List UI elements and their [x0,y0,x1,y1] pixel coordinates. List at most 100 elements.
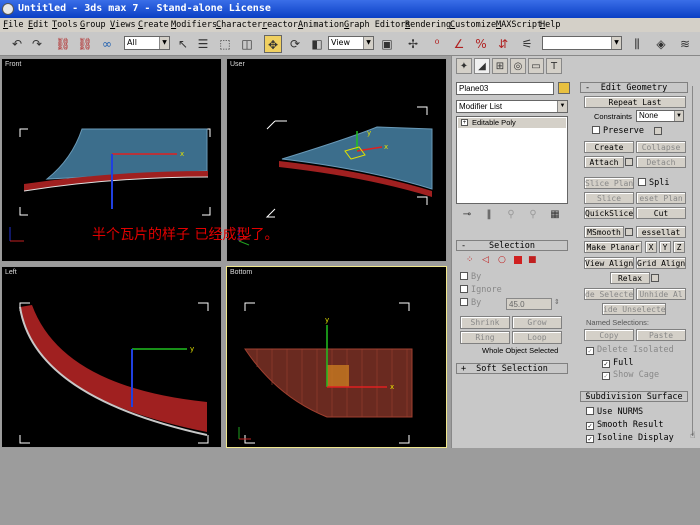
menu-maxscript[interactable]: MAXScript [496,18,542,32]
reset-plane-button[interactable]: eset Plan [636,192,686,204]
show-cage-checkbox[interactable]: ✓ Show Cage [602,370,659,381]
utilities-tab-icon[interactable]: T [546,58,562,74]
tessellate-button[interactable]: essellat [636,226,686,238]
detach-button[interactable]: Detach [636,156,686,168]
relax-settings-icon[interactable] [651,274,659,282]
viewport-bottom[interactable]: Bottom y x [226,266,447,448]
planar-z-button[interactable]: Z [673,241,685,253]
element-icon[interactable]: ■ [528,255,537,265]
menu-edit[interactable]: Edit [28,18,48,32]
select-scale-icon[interactable]: ◧ [308,35,326,53]
grow-button[interactable]: Grow [512,316,562,329]
vertex-icon[interactable]: ⁘ [466,255,474,265]
pin-stack-icon[interactable]: ⊸ [458,206,476,224]
link-icon[interactable]: ⛓ [54,35,72,53]
menu-file[interactable]: File [3,18,23,32]
soft-selection-rollout-header[interactable]: + Soft Selection [456,363,568,374]
create-tab-icon[interactable]: ✦ [456,58,472,74]
object-name-field[interactable]: Plane03 [456,82,554,95]
slice-button[interactable]: Slice [584,192,634,204]
modify-tab-icon[interactable]: ◢ [474,58,490,74]
show-end-result-icon[interactable]: ‖ [480,206,498,224]
menu-create[interactable]: Create [138,18,169,32]
view-align-button[interactable]: View Align [584,257,634,269]
menu-tools[interactable]: Tools [52,18,78,32]
select-rotate-icon[interactable]: ⟳ [286,35,304,53]
repeat-last-button[interactable]: Repeat Last [584,96,686,108]
menu-reactor[interactable]: reactor [262,18,298,32]
select-by-name-icon[interactable]: ☰ [194,35,212,53]
make-unique-icon[interactable]: ⚲ [502,206,520,224]
panel-scrollbar[interactable] [692,86,696,436]
configure-modifier-sets-icon[interactable]: ▦ [546,206,564,224]
reference-coordinate-dropdown[interactable]: View ▼ [328,36,374,50]
named-selection-sets-dropdown[interactable]: ▼ [542,36,622,50]
ring-button[interactable]: Ring [460,331,510,344]
msmooth-button[interactable]: MSmooth [584,226,624,238]
paste-button[interactable]: Paste [636,329,686,341]
pan-hand-icon[interactable]: ☝ [690,431,695,441]
menu-rendering[interactable]: Rendering [405,18,451,32]
preserve-settings-icon[interactable] [654,127,662,135]
select-manipulate-icon[interactable]: ✢ [404,35,422,53]
loop-button[interactable]: Loop [512,331,562,344]
create-button[interactable]: Create [584,141,634,153]
use-nurms-checkbox[interactable]: Use NURMS [586,407,643,418]
ignore-backfacing-checkbox[interactable]: Ignore [460,285,502,296]
shrink-button[interactable]: Shrink [460,316,510,329]
align-icon[interactable]: ◈ [652,35,670,53]
hide-unselected-button[interactable]: ide Unselecte [602,303,666,315]
angle-snap-icon[interactable]: ∠ [450,35,468,53]
menu-graph-editors[interactable]: Graph Editors [344,18,411,32]
object-color-swatch[interactable] [558,82,570,94]
smooth-result-checkbox[interactable]: ✓ Smooth Result [586,420,664,431]
named-selection-icon[interactable]: ⚟ [518,35,536,53]
undo-icon[interactable]: ↶ [8,35,26,53]
menu-animation[interactable]: Animation [298,18,344,32]
selection-rollout-header[interactable]: - Selection [456,240,568,251]
pivot-center-icon[interactable]: ▣ [378,35,396,53]
modifier-list-dropdown[interactable]: Modifier List ▼ [456,100,568,113]
edge-icon[interactable]: ◁ [482,255,489,265]
stack-item-editable-poly[interactable]: + Editable Poly [458,118,566,128]
redo-icon[interactable]: ↷ [28,35,46,53]
slice-plane-button[interactable]: Slice Plan [584,177,634,189]
edit-geometry-rollout-header[interactable]: - Edit Geometry [580,82,688,93]
isoline-display-checkbox[interactable]: ✓ Isoline Display [586,433,674,444]
polygon-icon[interactable] [514,256,522,264]
copy-button[interactable]: Copy [584,329,634,341]
selection-filter-dropdown[interactable]: All ▼ [124,36,170,50]
angle-spinner[interactable]: 45.0 [506,298,552,310]
hide-selected-button[interactable]: de Selecte [584,288,634,300]
hierarchy-tab-icon[interactable]: ⊞ [492,58,508,74]
unlink-icon[interactable]: ⛓ [76,35,94,53]
relax-button[interactable]: Relax [610,272,650,284]
menu-character[interactable]: Character [216,18,262,32]
attach-list-icon[interactable] [625,158,633,166]
cut-button[interactable]: Cut [636,207,686,219]
preserve-uvs-checkbox[interactable]: Preserve [592,126,644,137]
subdivision-rollout-header[interactable]: - Subdivision Surface [580,391,688,402]
mirror-icon[interactable]: ⫼ [628,35,646,53]
border-icon[interactable]: ○ [498,255,506,265]
select-move-icon[interactable]: ✥ [264,35,282,53]
constraints-dropdown[interactable]: None ▼ [636,110,684,122]
menu-group[interactable]: Group [80,18,106,32]
window-crossing-icon[interactable]: ◫ [238,35,256,53]
planar-y-button[interactable]: Y [659,241,671,253]
rect-selection-icon[interactable]: ⬚ [216,35,234,53]
make-planar-button[interactable]: Make Planar [584,241,642,253]
by-vertex-checkbox[interactable]: By [460,272,481,283]
motion-tab-icon[interactable]: ◎ [510,58,526,74]
quickslice-button[interactable]: QuickSlice [584,207,634,219]
display-tab-icon[interactable]: ▭ [528,58,544,74]
attach-button[interactable]: Attach [584,156,624,168]
remove-modifier-icon[interactable]: ⚲ [524,206,542,224]
menu-customize[interactable]: Customize [450,18,496,32]
menu-views[interactable]: Views [110,18,136,32]
viewport-left[interactable]: Left y [1,266,222,448]
spinner-snap-icon[interactable]: ⇵ [494,35,512,53]
expand-icon[interactable]: + [461,119,468,126]
spinner-arrows-icon[interactable]: ⇕ [554,298,560,306]
planar-x-button[interactable]: X [645,241,657,253]
